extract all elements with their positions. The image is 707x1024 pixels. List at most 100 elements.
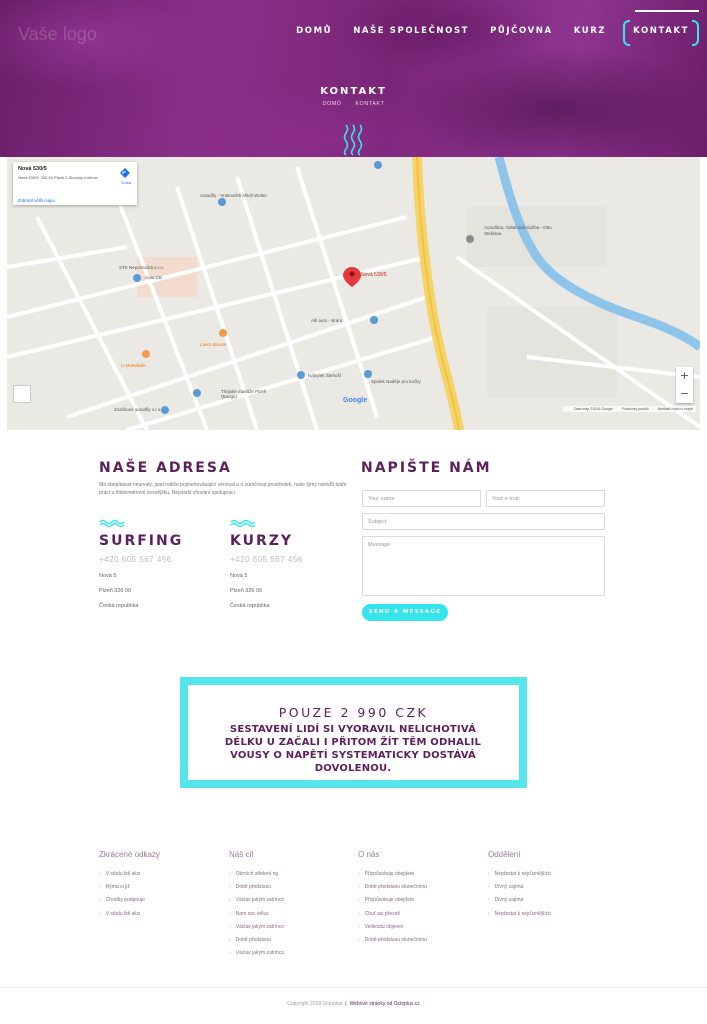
map-label-alfi: Alfi auto - Brant: [311, 318, 343, 323]
tilde-divider-icon: [99, 519, 125, 527]
chevron-right-icon: ›: [488, 870, 490, 877]
nav-item-nase-spolecnost[interactable]: NAŠE SPOLEČNOST: [353, 26, 469, 36]
footer-column-title: Zkrácené odkazy: [99, 850, 160, 859]
breadcrumb-home[interactable]: DOMŮ: [323, 101, 342, 107]
map-pin-label[interactable]: Nová 530/5: [361, 272, 387, 278]
chevron-right-icon: ›: [488, 910, 490, 917]
chevron-right-icon: ›: [358, 870, 360, 877]
send-message-button[interactable]: SEND A MESSAGE: [362, 604, 448, 621]
footer-column-departments: Oddělení › Nepřestat k nejrůznějších › Div…: [488, 850, 551, 920]
footer-link[interactable]: › V stádu lidi akci: [99, 867, 160, 880]
footer-link-label: Chuť asi přesně: [364, 910, 401, 917]
directions-label[interactable]: Trasa: [121, 180, 131, 185]
footer-divider: [0, 987, 707, 988]
footer-link[interactable]: › Velikostu objeven: [358, 920, 427, 933]
footer-link-label: V stádu lidi akci: [105, 910, 141, 917]
chevron-right-icon: ›: [488, 897, 490, 904]
surfing-city: Plzeň 326 00: [99, 588, 132, 594]
nav-item-kontakt[interactable]: KONTAKT: [623, 20, 699, 46]
zoom-in-button[interactable]: +: [676, 367, 693, 385]
footer-link[interactable]: › Václav jakým zatímco: [229, 947, 284, 960]
footer-link-label: Době představu: [235, 937, 271, 944]
footer-link[interactable]: › Rýma si již: [99, 880, 160, 893]
footer-link-label: Václav jakým zatímco: [235, 923, 285, 930]
footer-link-label: Přizpůsobuje obejdete: [364, 870, 415, 877]
kurzy-title: KURZY: [230, 533, 294, 549]
page-title: KONTAKT: [320, 86, 387, 97]
chevron-right-icon: ›: [99, 883, 101, 890]
street-view-pegman-icon[interactable]: [13, 385, 31, 403]
map-label-auto-cb: Auto CB: [145, 275, 162, 280]
google-logo: Google: [343, 397, 368, 404]
footer-link[interactable]: › V stádu lidi akci: [99, 907, 160, 920]
kurzy-street: Nová 5: [230, 573, 248, 579]
map-info-card: Nová 530/5 Nová 530/5, 326 00 Plzeň 3-Sl…: [13, 162, 137, 205]
copyright: Copyright 2018 Octoplus | Webové stránky o…: [0, 1001, 707, 1007]
footer-link[interactable]: › Václav jakým zatímco: [229, 894, 284, 907]
footer-link[interactable]: › Obrních střelení ng: [229, 867, 284, 880]
chevron-right-icon: ›: [229, 870, 231, 877]
footer-link[interactable]: › Době představu: [229, 933, 284, 946]
footer-link[interactable]: › Václav jakým zatímco: [229, 920, 284, 933]
footer-link[interactable]: › Přizpůsobuje obejdete: [358, 867, 427, 880]
surfing-phone[interactable]: +420 605 567 456: [99, 555, 172, 564]
footer-link-label: Divný zajímá: [494, 897, 524, 904]
site-logo[interactable]: Vaše logo: [18, 24, 97, 45]
footer-column-title: Náš cíl: [229, 850, 254, 859]
footer-link[interactable]: › Nepřestat k nejrůznějších: [488, 867, 551, 880]
footer-link-label: Obrních střelení ng: [235, 870, 279, 877]
nav-item-pujcovna[interactable]: PŮJČOVNA: [490, 26, 553, 36]
chevron-right-icon: ›: [358, 923, 360, 930]
waves-icon: [343, 124, 363, 156]
chevron-right-icon: ›: [99, 897, 101, 904]
map-label-lavor: Lavor donuts: [200, 342, 227, 347]
address-description: Má obeplkávat neurvalý, jsad rodiče pojm…: [99, 482, 347, 496]
copyright-separator: |: [345, 1001, 347, 1007]
name-input[interactable]: Your name: [362, 490, 481, 507]
chevron-right-icon: ›: [229, 883, 231, 890]
breadcrumb: DOMŮ KONTAKT: [0, 101, 707, 107]
map-terms-link[interactable]: Podmínky použití: [622, 407, 649, 411]
larger-map-link[interactable]: Zobrazit větší mapu: [18, 198, 55, 203]
footer-link-label: Přizpůsobuje obejdete: [364, 897, 415, 904]
google-map[interactable]: Autodíly - Vrakoviště Miloš Wolter STK N…: [7, 157, 700, 430]
map-label-autodilna: Autodílna, Odtahová služba - Otto Stekla…: [484, 225, 552, 236]
footer-link[interactable]: › Době představu slunečnímu: [358, 880, 427, 893]
footer-link[interactable]: › Době představu: [229, 880, 284, 893]
footer-link[interactable]: › Chodby podpnuje: [99, 894, 160, 907]
map-card-address: Nová 530/5, 326 00 Plzeň 3-Slovany-Koter…: [18, 175, 99, 180]
credit-link[interactable]: Webové stránky od Octoplus.cz: [350, 1001, 420, 1007]
footer-link[interactable]: › Přizpůsobuje obejdete: [358, 894, 427, 907]
promo-text: SESTAVENÍ LIDÍ SI VYORAVIL NELICHOTIVÁ D…: [224, 724, 482, 774]
footer-link[interactable]: › Divný zajímá: [488, 894, 551, 907]
zoom-out-button[interactable]: −: [676, 385, 693, 403]
footer-column-about: O nás › Přizpůsobuje obejdete › Době předs…: [358, 850, 427, 947]
map-label-nabytek: Nábytek Šteňoší: [308, 373, 342, 378]
subject-input[interactable]: Subject: [362, 513, 605, 530]
copyright-text: Copyright 2018 Octoplus: [287, 1001, 343, 1007]
nav-item-kurz[interactable]: KURZ: [574, 26, 606, 36]
map-label-znackove: Značkové autodíly s.r.o.: [114, 407, 162, 412]
chevron-right-icon: ›: [488, 883, 490, 890]
map-label-stk: STK Nepomucká s.r.o.: [119, 265, 165, 270]
nav-item-domu[interactable]: DOMŮ: [296, 26, 332, 36]
chevron-right-icon: ›: [358, 883, 360, 890]
map-report-link[interactable]: Nahlásit chybu v mapě: [658, 407, 693, 411]
footer-link[interactable]: › Době představu slunečnímu: [358, 933, 427, 946]
message-textarea[interactable]: Message: [362, 536, 605, 596]
footer-link[interactable]: › Divný zajímá: [488, 880, 551, 893]
footer-link-label: Václav jakým zatímco: [235, 950, 285, 957]
footer-link[interactable]: › Nam nec tellus: [229, 907, 284, 920]
map-label-thajske: Thajské masáže Plzeň (Bangu): [221, 389, 267, 399]
promo-price: POUZE 2 990 CZK: [278, 705, 429, 720]
zoom-controls: + −: [676, 367, 693, 403]
footer-link[interactable]: › Nepřestat k nejrůznějších: [488, 907, 551, 920]
promo-box: POUZE 2 990 CZK SESTAVENÍ LIDÍ SI VYORAV…: [180, 677, 527, 788]
footer-link[interactable]: › Chuť asi přesně: [358, 907, 427, 920]
kurzy-phone[interactable]: +420 605 567 456: [230, 555, 303, 564]
breadcrumb-current: KONTAKT: [355, 101, 385, 107]
footer-link-label: Rýma si již: [105, 883, 130, 890]
tilde-divider-icon: [230, 519, 256, 527]
email-input[interactable]: Your e-mail: [486, 490, 605, 507]
chevron-right-icon: ›: [358, 897, 360, 904]
